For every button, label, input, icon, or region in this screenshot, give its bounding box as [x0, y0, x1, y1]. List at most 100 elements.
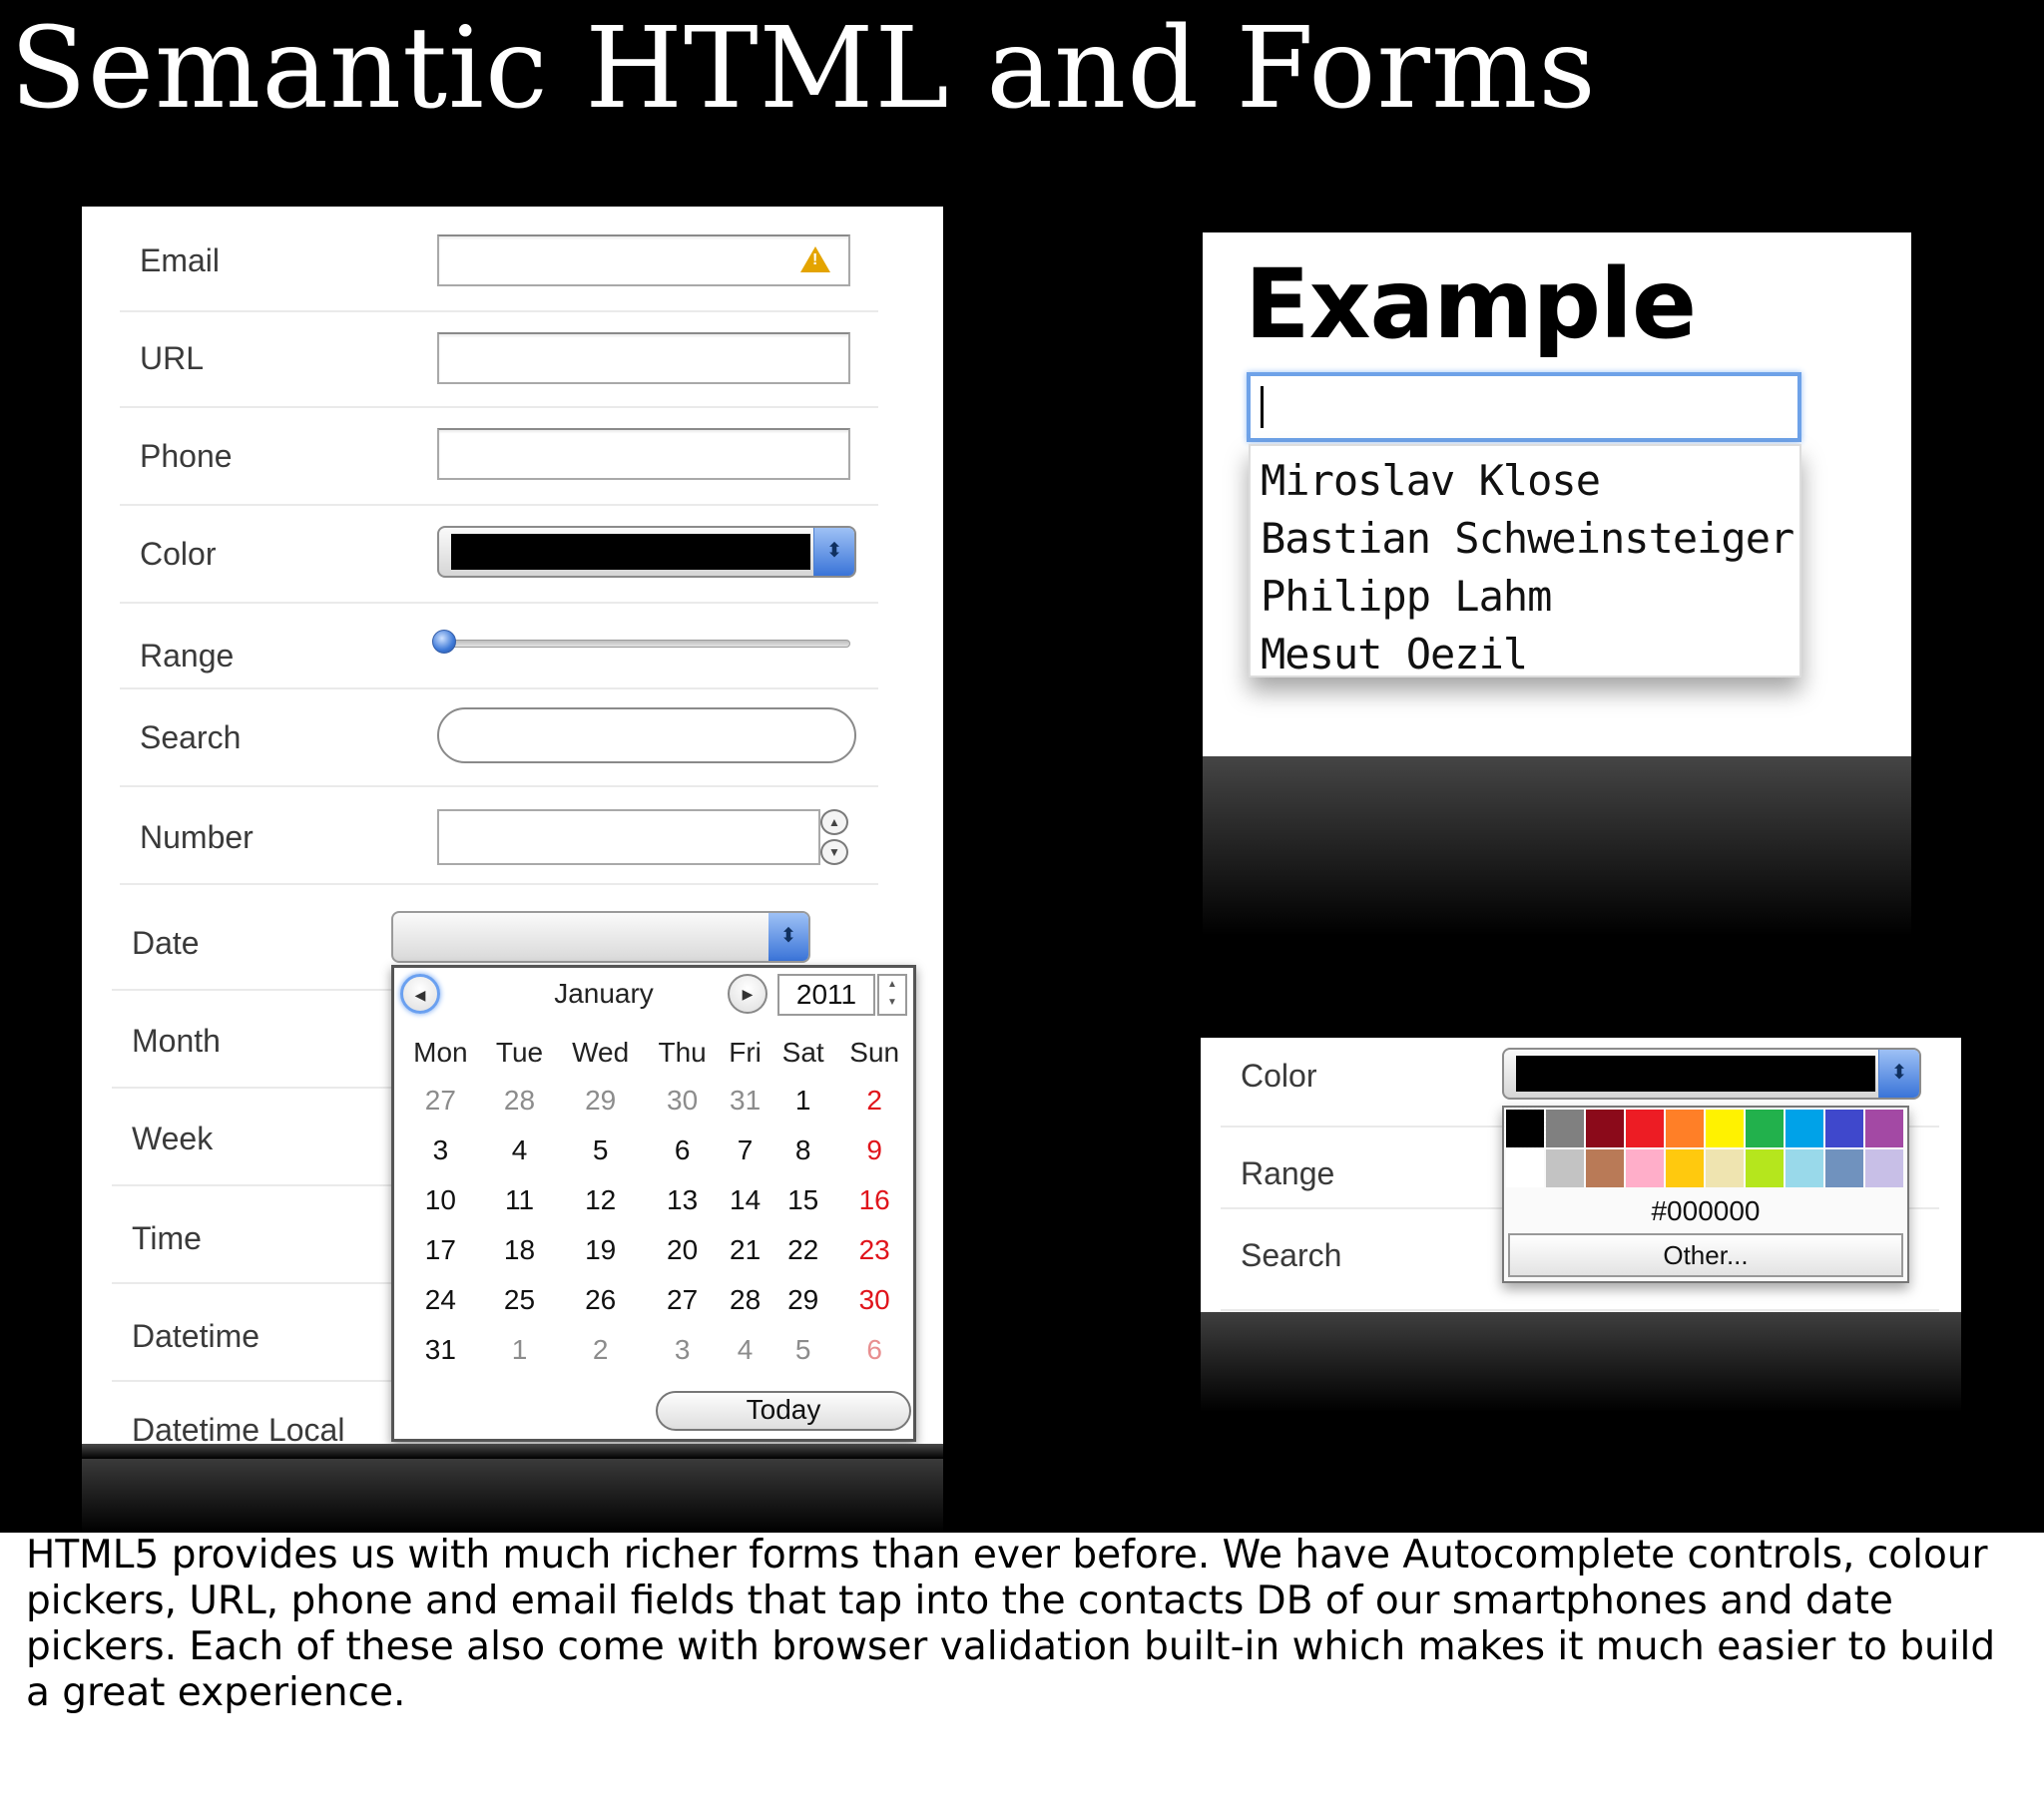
calendar-day[interactable]: 7 — [720, 1126, 770, 1175]
calendar-day[interactable]: 28 — [720, 1275, 770, 1325]
picker-color-input[interactable]: ⬍ — [1502, 1048, 1921, 1100]
color-swatch-option[interactable] — [1626, 1110, 1664, 1147]
color-swatch-option[interactable] — [1504, 1108, 1546, 1149]
color-swatch-option[interactable] — [1666, 1149, 1704, 1187]
stepper-up-icon[interactable]: ▲ — [820, 809, 848, 835]
calendar-day[interactable]: 2 — [556, 1325, 645, 1375]
color-swatch-option[interactable] — [1626, 1149, 1664, 1187]
calendar-day[interactable]: 1 — [483, 1325, 556, 1375]
calendar-day[interactable]: 5 — [770, 1325, 835, 1375]
calendar-year-input[interactable]: 2011 — [777, 974, 875, 1016]
color-swatch-option[interactable] — [1865, 1110, 1903, 1147]
calendar-day[interactable]: 26 — [556, 1275, 645, 1325]
color-swatch-option[interactable] — [1786, 1149, 1823, 1187]
color-swatch-option[interactable] — [1706, 1110, 1744, 1147]
color-swatch-option[interactable] — [1586, 1110, 1624, 1147]
color-picker-panel: Color Range Search ⬍ #000000 Other... — [1201, 1038, 1961, 1312]
color-input[interactable]: ⬍ — [437, 526, 856, 578]
calendar-day[interactable]: 1 — [770, 1076, 835, 1126]
calendar-day[interactable]: 13 — [645, 1175, 720, 1225]
calendar-day[interactable]: 12 — [556, 1175, 645, 1225]
prev-month-icon[interactable]: ◀ — [400, 974, 440, 1014]
calendar-day[interactable]: 17 — [398, 1225, 483, 1275]
range-slider[interactable] — [432, 630, 850, 654]
number-input[interactable] — [437, 809, 820, 865]
search-row: Search — [120, 689, 878, 787]
weekday-header: Sun — [849, 1037, 900, 1068]
color-swatch-option[interactable] — [1746, 1149, 1784, 1187]
color-swatch-option[interactable] — [1706, 1149, 1744, 1187]
calendar-day[interactable]: 14 — [720, 1175, 770, 1225]
warning-icon: ! — [800, 246, 830, 272]
next-month-icon[interactable]: ▶ — [728, 974, 767, 1014]
date-picker-calendar: ◀ January ▶ 2011 ▲ ▼ Mon Tue Wed Thu Fri Sat Su… — [391, 965, 916, 1442]
today-button[interactable]: Today — [656, 1391, 911, 1431]
calendar-day[interactable]: 31 — [398, 1325, 483, 1375]
color-swatch-option[interactable] — [1865, 1149, 1903, 1187]
calendar-day[interactable]: 27 — [398, 1076, 483, 1126]
autocomplete-suggestion[interactable]: Mesut Oezil — [1261, 626, 1799, 683]
phone-input[interactable] — [437, 428, 850, 480]
calendar-day[interactable]: 20 — [645, 1225, 720, 1275]
calendar-day[interactable]: 4 — [720, 1325, 770, 1375]
color-swatch-option[interactable] — [1825, 1110, 1863, 1147]
calendar-day[interactable]: 27 — [645, 1275, 720, 1325]
calendar-day[interactable]: 16 — [835, 1175, 913, 1225]
color-swatch-option[interactable] — [1546, 1110, 1584, 1147]
calendar-day[interactable]: 24 — [398, 1275, 483, 1325]
search-input[interactable] — [437, 707, 856, 763]
autocomplete-suggestion[interactable]: Philipp Lahm — [1261, 568, 1799, 626]
calendar-day[interactable]: 2 — [835, 1076, 913, 1126]
calendar-week-row: 27 28 29 30 31 1 2 — [398, 1076, 913, 1126]
color-swatch-option[interactable] — [1506, 1149, 1544, 1187]
url-input[interactable] — [437, 332, 850, 384]
calendar-day[interactable]: 25 — [483, 1275, 556, 1325]
calendar-day[interactable]: 22 — [770, 1225, 835, 1275]
calendar-day[interactable]: 9 — [835, 1126, 913, 1175]
email-input[interactable]: ! — [437, 234, 850, 286]
calendar-day[interactable]: 31 — [720, 1076, 770, 1126]
other-color-button[interactable]: Other... — [1508, 1233, 1903, 1277]
calendar-day[interactable]: 21 — [720, 1225, 770, 1275]
calendar-day[interactable]: 3 — [645, 1325, 720, 1375]
range-thumb[interactable] — [432, 630, 456, 654]
color-palette-popup: #000000 Other... — [1502, 1106, 1909, 1283]
stepper-down-icon[interactable]: ▼ — [820, 839, 848, 865]
url-label: URL — [140, 340, 205, 376]
date-input[interactable]: ⬍ — [391, 911, 810, 963]
calendar-day[interactable]: 29 — [556, 1076, 645, 1126]
calendar-day[interactable]: 28 — [483, 1076, 556, 1126]
calendar-day[interactable]: 10 — [398, 1175, 483, 1225]
weekday-header: Sat — [781, 1037, 824, 1068]
calendar-day[interactable]: 6 — [645, 1126, 720, 1175]
autocomplete-input[interactable] — [1247, 372, 1801, 442]
calendar-day[interactable]: 8 — [770, 1126, 835, 1175]
calendar-day[interactable]: 15 — [770, 1175, 835, 1225]
autocomplete-suggestion[interactable]: Miroslav Klose — [1261, 452, 1799, 510]
calendar-day[interactable]: 5 — [556, 1126, 645, 1175]
calendar-week-row: 31 1 2 3 4 5 6 — [398, 1325, 913, 1375]
calendar-day[interactable]: 23 — [835, 1225, 913, 1275]
panel-reflection — [82, 1444, 943, 1459]
color-swatch-option[interactable] — [1586, 1149, 1624, 1187]
email-label: Email — [140, 242, 221, 278]
year-stepper-icon[interactable]: ▲ ▼ — [877, 974, 907, 1016]
calendar-day[interactable]: 11 — [483, 1175, 556, 1225]
calendar-day[interactable]: 30 — [835, 1275, 913, 1325]
color-swatch-option[interactable] — [1825, 1149, 1863, 1187]
calendar-day[interactable]: 6 — [835, 1325, 913, 1375]
number-stepper[interactable]: ▲ ▼ — [818, 809, 852, 867]
weekday-header: Mon — [413, 1037, 468, 1068]
autocomplete-suggestion[interactable]: Bastian Schweinsteiger — [1261, 510, 1799, 568]
calendar-day[interactable]: 30 — [645, 1076, 720, 1126]
calendar-day[interactable]: 4 — [483, 1126, 556, 1175]
calendar-day[interactable]: 29 — [770, 1275, 835, 1325]
calendar-day[interactable]: 3 — [398, 1126, 483, 1175]
color-swatch-option[interactable] — [1666, 1110, 1704, 1147]
calendar-day[interactable]: 18 — [483, 1225, 556, 1275]
color-swatch-option[interactable] — [1786, 1110, 1823, 1147]
calendar-day[interactable]: 19 — [556, 1225, 645, 1275]
color-swatch-option[interactable] — [1746, 1110, 1784, 1147]
color-swatch-option[interactable] — [1546, 1149, 1584, 1187]
calendar-week-row: 10 11 12 13 14 15 16 — [398, 1175, 913, 1225]
